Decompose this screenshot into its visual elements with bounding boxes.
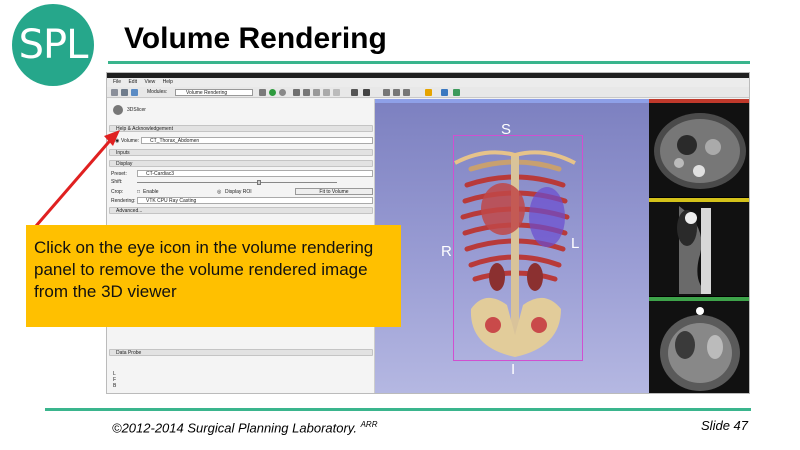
advanced-section-header[interactable]: Advanced... xyxy=(109,207,373,214)
slide-number: Slide 47 xyxy=(701,418,748,433)
green-slice-view[interactable] xyxy=(649,297,749,393)
spl-logo: SPL xyxy=(12,4,94,86)
callout-text: Click on the eye icon in the volume rend… xyxy=(34,238,374,301)
footer-copyright: ©2012-2014 Surgical Planning Laboratory.… xyxy=(112,420,377,435)
fit-to-volume-button[interactable]: Fit to Volume xyxy=(295,188,373,195)
probe-letter: B xyxy=(113,383,117,389)
3d-view[interactable]: S R L I xyxy=(375,99,649,393)
load-data-icon[interactable] xyxy=(111,89,118,96)
forward-icon[interactable] xyxy=(269,89,276,96)
green-slice-bar[interactable] xyxy=(649,297,749,301)
extension-icon[interactable] xyxy=(441,89,448,96)
menu-edit[interactable]: Edit xyxy=(128,79,137,85)
enable-checkbox[interactable]: □ xyxy=(137,189,140,195)
axial-ct-image xyxy=(654,113,746,189)
volume-row: ◉ Volume: CT_Thorax_Abdomen xyxy=(109,137,373,145)
volume-label: Volume: xyxy=(121,138,140,144)
menu-view[interactable]: View xyxy=(144,79,155,85)
transforms-module-icon[interactable] xyxy=(333,89,340,96)
module-selector[interactable]: Volume Rendering xyxy=(175,89,253,96)
enable-label: Enable xyxy=(143,189,159,195)
yellow-slice-bar[interactable] xyxy=(649,198,749,202)
sagittal-ct-image xyxy=(677,206,711,294)
shift-label: Shift: xyxy=(111,179,123,185)
volume-rendering-image xyxy=(454,150,576,357)
save-icon[interactable] xyxy=(131,89,138,96)
inputs-section-header[interactable]: Inputs xyxy=(109,149,373,156)
shift-slider-track[interactable] xyxy=(137,182,337,183)
rendering-label: Rendering: xyxy=(111,198,136,204)
crosshair-icon[interactable] xyxy=(363,89,370,96)
editor-module-icon[interactable] xyxy=(323,89,330,96)
red-slice-bar[interactable] xyxy=(649,99,749,103)
bottom-divider xyxy=(45,408,751,411)
help-section-header[interactable]: Help & Acknowledgement xyxy=(109,125,373,132)
logo-text: SPL xyxy=(18,22,89,68)
display-section-header[interactable]: Display xyxy=(109,160,373,167)
place-icon[interactable] xyxy=(403,89,410,96)
crop-label: Crop: xyxy=(111,189,124,195)
instruction-callout: Click on the eye icon in the volume rend… xyxy=(26,225,401,327)
footer-copyright-text: ©2012-2014 Surgical Planning Laboratory. xyxy=(112,420,357,436)
history-icon[interactable] xyxy=(259,89,266,96)
slice-views xyxy=(649,99,749,393)
menu-bar: File Edit View Help xyxy=(107,78,749,87)
top-divider xyxy=(108,61,750,64)
slide-title: Volume Rendering xyxy=(124,22,387,55)
rendering-select[interactable]: VTK CPU Ray Casting xyxy=(137,197,373,204)
rendering-row: Rendering: VTK CPU Ray Casting xyxy=(109,197,373,205)
display-roi-label: Display ROI xyxy=(225,189,252,195)
menu-help[interactable]: Help xyxy=(163,79,173,85)
dcm-icon[interactable] xyxy=(121,89,128,96)
layout-icon[interactable] xyxy=(351,89,358,96)
red-slice-view[interactable] xyxy=(649,99,749,197)
crop-row: Crop: □ Enable ◎ Display ROI Fit to Volu… xyxy=(109,188,373,196)
mouse-mode-icon[interactable] xyxy=(393,89,400,96)
preset-label: Preset: xyxy=(111,171,127,177)
preset-row: Preset: CT-Cardiac3 xyxy=(109,170,373,178)
yellow-slice-view[interactable] xyxy=(649,198,749,296)
refresh-icon[interactable] xyxy=(279,89,286,96)
shift-row: Shift: xyxy=(109,179,373,186)
brand-label: 3DSlicer xyxy=(127,107,146,113)
menu-file[interactable]: File xyxy=(113,79,121,85)
data-probe-section-header[interactable]: Data Probe xyxy=(109,349,373,356)
probe-position-letters: L F B xyxy=(113,371,116,389)
volume-select[interactable]: CT_Thorax_Abdomen xyxy=(141,137,373,144)
python-icon[interactable] xyxy=(453,89,460,96)
preset-select[interactable]: CT-Cardiac3 xyxy=(137,170,373,177)
shift-slider-handle[interactable] xyxy=(257,180,261,185)
fiducial-icon[interactable] xyxy=(425,89,432,96)
eye-icon[interactable]: ◉ xyxy=(115,138,119,144)
screenshot-icon[interactable] xyxy=(383,89,390,96)
volumes-module-icon[interactable] xyxy=(303,89,310,96)
coronal-ct-image xyxy=(660,307,740,391)
display-roi-eye-icon[interactable]: ◎ xyxy=(217,189,221,195)
data-module-icon[interactable] xyxy=(293,89,300,96)
modules-label: Modules: xyxy=(147,89,168,95)
footer-copyright-suffix: ARR xyxy=(360,420,378,429)
models-module-icon[interactable] xyxy=(313,89,320,96)
slicer-logo-icon xyxy=(113,105,123,115)
main-toolbar: Modules: Volume Rendering xyxy=(107,87,749,98)
